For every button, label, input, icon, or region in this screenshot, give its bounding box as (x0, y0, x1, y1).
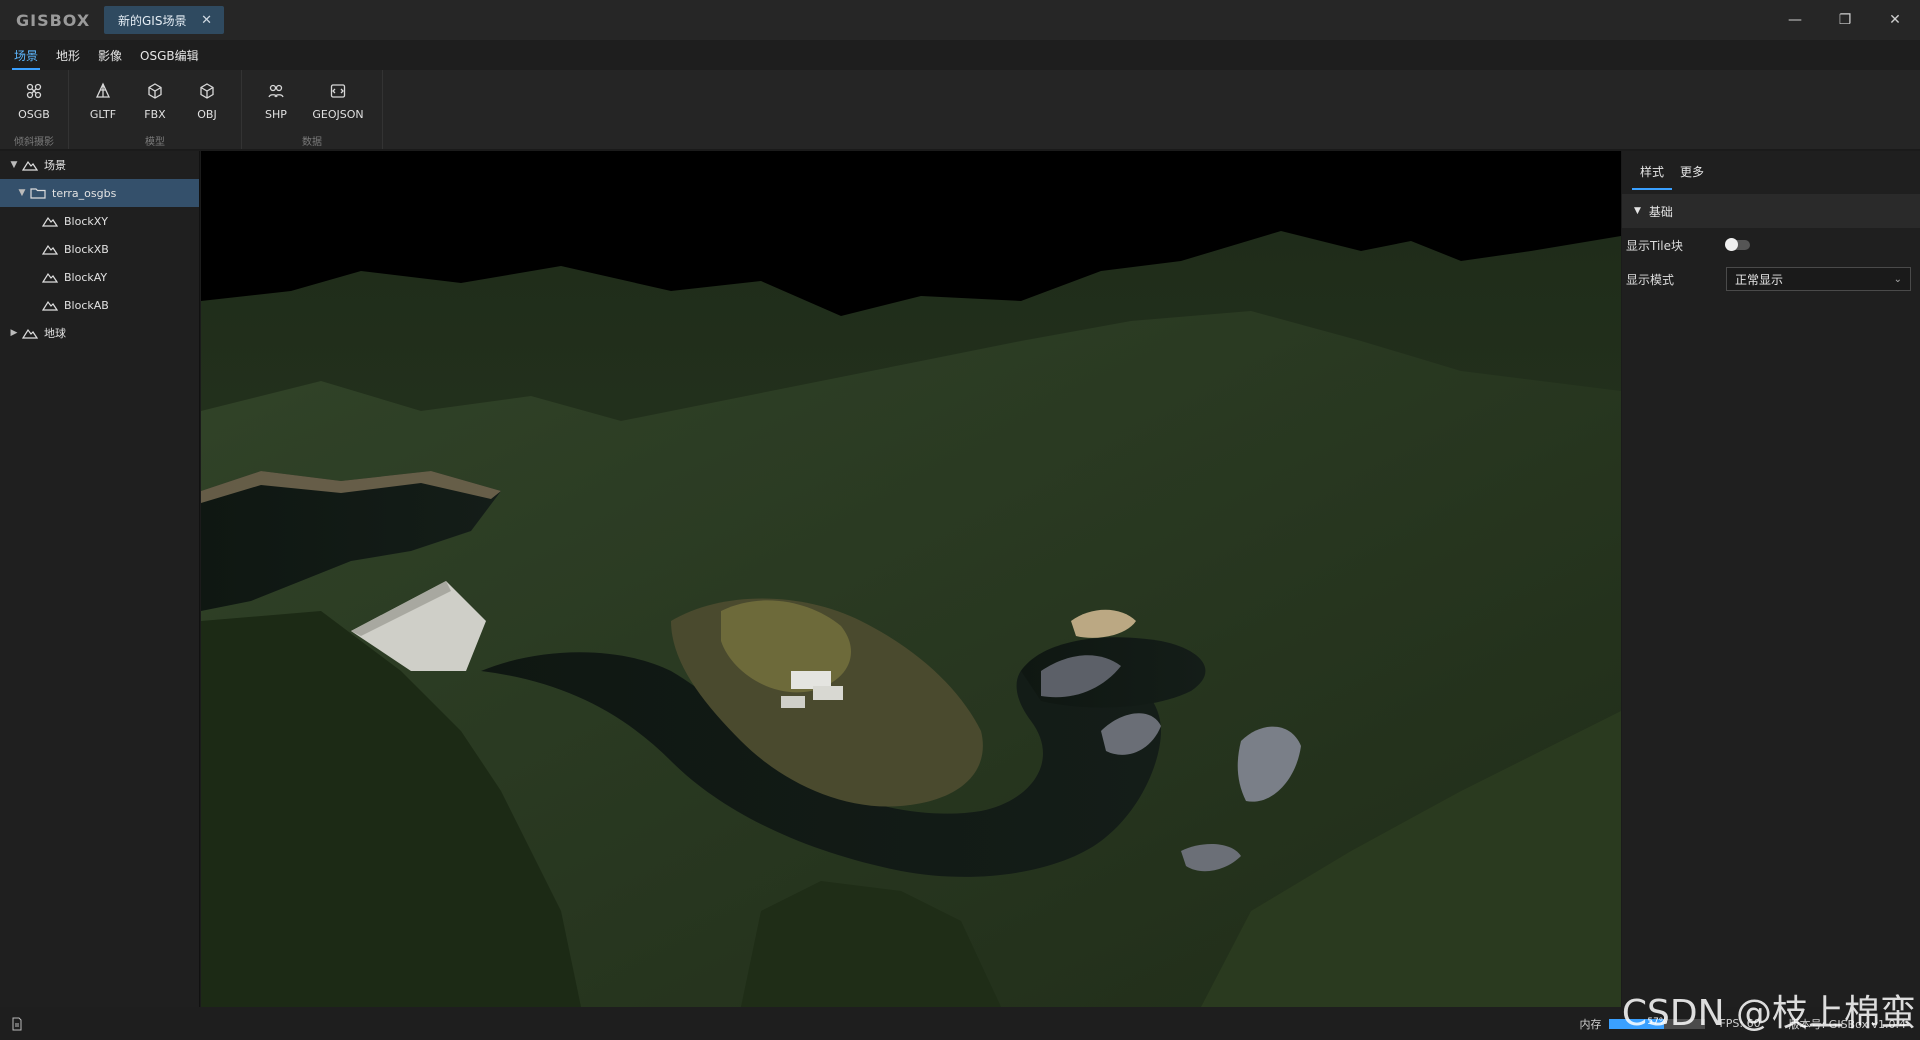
display-mode-select[interactable]: 正常显示 ⌄ (1726, 267, 1911, 291)
tree-label: terra_osgbs (52, 186, 117, 200)
tab-more[interactable]: 更多 (1672, 157, 1712, 186)
block-icon (42, 272, 58, 283)
group-label-oblique: 倾斜摄影 (14, 137, 54, 149)
tree-label: BlockXY (64, 214, 109, 228)
display-mode-value: 正常显示 (1735, 272, 1784, 287)
document-tab-label: 新的GIS场景 (118, 13, 187, 28)
prop-show-tile: 显示Tile块 (1622, 228, 1920, 262)
fbx-icon (148, 83, 162, 99)
tree-item-blockxy[interactable]: BlockXY (0, 207, 199, 235)
prop-display-mode: 显示模式 正常显示 ⌄ (1622, 262, 1920, 296)
show-tile-toggle[interactable] (1725, 238, 1750, 251)
group-oblique: OSGB 倾斜摄影 (0, 70, 69, 149)
osgb-button[interactable]: OSGB (8, 70, 60, 133)
tree-label: BlockAY (64, 270, 108, 284)
gltf-icon (95, 82, 111, 98)
group-label-data: 数据 (302, 137, 322, 149)
folder-icon (30, 188, 46, 199)
shp-label: SHP (265, 108, 287, 122)
window-controls: — ❐ ✕ (1770, 0, 1920, 40)
osgb-icon (26, 83, 42, 99)
section-basic-label: 基础 (1648, 204, 1673, 219)
tree-label: 地球 (44, 327, 66, 340)
osgb-label: OSGB (18, 108, 50, 122)
fbx-label: FBX (144, 108, 166, 122)
section-basic[interactable]: ▼ 基础 (1622, 194, 1920, 228)
expand-caret-icon[interactable]: ▶ (6, 328, 22, 338)
block-icon (42, 244, 58, 255)
display-mode-label: 显示模式 (1626, 272, 1675, 287)
tree-item-scene[interactable]: ▼ 场景 (0, 151, 199, 179)
block-icon (42, 300, 58, 311)
panel-tabs: 样式 更多 (1622, 151, 1920, 190)
fbx-button[interactable]: FBX (129, 70, 181, 133)
globe-icon (22, 328, 38, 339)
tab-style[interactable]: 样式 (1632, 157, 1673, 190)
menu-bar: 场景 地形 影像 OSGB编辑 (0, 40, 1920, 70)
toolbar: OSGB 倾斜摄影 GLTF FBX OBJ 模型 SHP GEOJSON 数据 (0, 70, 1920, 150)
shp-button[interactable]: SHP (250, 70, 302, 133)
terrain-render (201, 151, 1621, 1007)
geojson-label: GEOJSON (312, 108, 364, 122)
layer-tree: ▼ 场景 ▼ terra_osgbs BlockXY BlockXB Block… (0, 151, 200, 1007)
obj-button[interactable]: OBJ (181, 70, 233, 133)
collapse-triangle-icon: ▼ (1634, 206, 1641, 216)
app-logo: GISBOX (16, 10, 91, 30)
scene-icon (22, 160, 38, 171)
scene-viewport[interactable] (201, 151, 1621, 1007)
tree-item-blockxb[interactable]: BlockXB (0, 235, 199, 263)
shp-icon (268, 84, 284, 98)
block-icon (42, 216, 58, 227)
group-label-model: 模型 (145, 137, 165, 149)
title-bar: GISBOX 新的GIS场景 ✕ — ❐ ✕ (0, 0, 1920, 40)
watermark-text: CSDN @枝上棉蛮 (1621, 993, 1916, 1034)
document-tab[interactable]: 新的GIS场景 ✕ (104, 6, 224, 34)
gltf-button[interactable]: GLTF (77, 70, 129, 133)
tree-label: BlockXB (64, 242, 109, 256)
close-window-button[interactable]: ✕ (1870, 0, 1920, 40)
geojson-button[interactable]: GEOJSON (302, 70, 374, 133)
show-tile-label: 显示Tile块 (1626, 238, 1684, 253)
minimize-button[interactable]: — (1770, 0, 1820, 40)
chevron-down-icon: ⌄ (1893, 273, 1902, 285)
tree-item-globe[interactable]: ▶ 地球 (0, 319, 199, 347)
tree-item-blockay[interactable]: BlockAY (0, 263, 199, 291)
tree-label: 场景 (44, 159, 66, 172)
close-tab-icon[interactable]: ✕ (201, 13, 212, 28)
group-data: SHP GEOJSON 数据 (242, 70, 383, 149)
tree-item-terra-osgbs[interactable]: ▼ terra_osgbs (0, 179, 199, 207)
menu-imagery[interactable]: 影像 (98, 40, 122, 70)
menu-terrain[interactable]: 地形 (56, 40, 80, 70)
menu-osgb-edit[interactable]: OSGB编辑 (140, 40, 199, 70)
tree-item-blockab[interactable]: BlockAB (0, 291, 199, 319)
page-icon[interactable] (10, 1017, 24, 1031)
expand-caret-icon[interactable]: ▼ (6, 160, 22, 170)
gltf-label: GLTF (89, 108, 117, 122)
geojson-icon (330, 84, 346, 98)
menu-scene[interactable]: 场景 (11, 40, 41, 70)
tree-label: BlockAB (64, 298, 109, 312)
memory-label: 内存 (1579, 1017, 1602, 1031)
restore-button[interactable]: ❐ (1820, 0, 1870, 40)
obj-icon (200, 83, 214, 99)
group-model: GLTF FBX OBJ 模型 (69, 70, 242, 149)
expand-caret-icon[interactable]: ▼ (14, 188, 30, 198)
obj-label: OBJ (197, 108, 217, 122)
property-panel: 样式 更多 ▼ 基础 显示Tile块 显示模式 正常显示 ⌄ (1622, 151, 1920, 1007)
